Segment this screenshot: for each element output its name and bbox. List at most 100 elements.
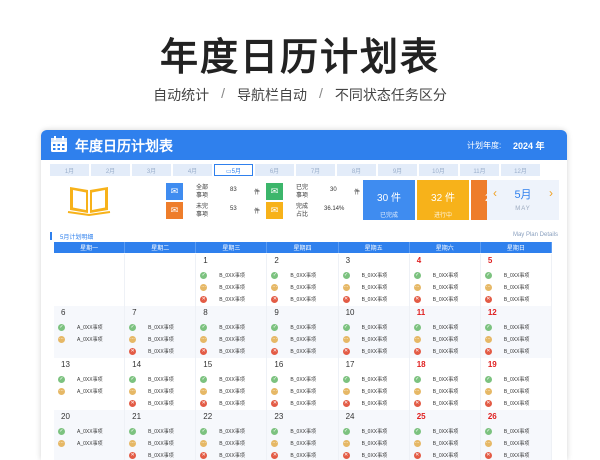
task-item[interactable]: ✓ A_0XX事项	[58, 425, 122, 437]
day-cell[interactable]: 26 ✓ B_0XX事项 ⋯ B_0XX事项 ✕ B_0XX事项	[481, 410, 552, 460]
task-item[interactable]: ✕ B_0XX事项	[413, 345, 478, 357]
task-item[interactable]: ✕ B_0XX事项	[413, 449, 478, 460]
day-cell[interactable]: 6 ✓ A_0XX事项 ⋯ A_0XX事项	[54, 306, 126, 358]
day-cell[interactable]: 4 ✓ B_0XX事项 ⋯ B_0XX事项 ✕ B_0XX事项	[410, 254, 481, 306]
task-item[interactable]: ✕ B_0XX事项	[129, 397, 193, 409]
task-item[interactable]: ✕ B_0XX事项	[342, 449, 407, 460]
day-cell[interactable]: 7 ✓ B_0XX事项 ⋯ B_0XX事项 ✕ B_0XX事项	[125, 306, 197, 358]
tab-month-4[interactable]: 4月	[173, 164, 212, 176]
day-cell[interactable]: 10 ✓ B_0XX事项 ⋯ B_0XX事项 ✕ B_0XX事项	[339, 306, 410, 358]
task-item[interactable]: ⋯ B_0XX事项	[129, 333, 193, 345]
task-item[interactable]: ✓ B_0XX事项	[271, 321, 335, 333]
task-item[interactable]: ✓ B_0XX事项	[342, 373, 407, 385]
day-cell[interactable]: 13 ✓ A_0XX事项 ⋯ A_0XX事项	[54, 358, 126, 410]
task-item[interactable]: ✓ B_0XX事项	[200, 373, 264, 385]
task-item[interactable]: ✓ B_0XX事项	[342, 425, 407, 437]
day-cell[interactable]: 9 ✓ B_0XX事项 ⋯ B_0XX事项 ✕ B_0XX事项	[267, 306, 339, 358]
task-item[interactable]: ⋯ B_0XX事项	[271, 333, 335, 345]
task-item[interactable]: ⋯ B_0XX事项	[271, 437, 335, 449]
task-item[interactable]: ⋯ B_0XX事项	[484, 281, 549, 293]
day-cell[interactable]: 24 ✓ B_0XX事项 ⋯ B_0XX事项 ✕ B_0XX事项	[339, 410, 410, 460]
task-item[interactable]: ✓ B_0XX事项	[413, 269, 478, 281]
task-item[interactable]: ✓ B_0XX事项	[484, 373, 549, 385]
task-item[interactable]: ✕ B_0XX事项	[200, 345, 264, 357]
tab-month-7[interactable]: 7月	[296, 164, 335, 176]
task-item[interactable]: ✓ B_0XX事项	[484, 425, 549, 437]
task-item[interactable]: ⋯ A_0XX事项	[58, 437, 122, 449]
tab-month-9[interactable]: 9月	[378, 164, 417, 176]
task-item[interactable]: ✓ B_0XX事项	[413, 425, 478, 437]
task-item[interactable]: ✕ B_0XX事项	[200, 449, 264, 460]
task-item[interactable]: ✓ B_0XX事项	[342, 269, 407, 281]
task-item[interactable]: ✕ B_0XX事项	[484, 449, 549, 460]
task-item[interactable]: ✕ B_0XX事项	[484, 397, 549, 409]
task-item[interactable]: ⋯ B_0XX事项	[413, 333, 478, 345]
tab-month-2[interactable]: 2月	[91, 164, 130, 176]
task-item[interactable]: ⋯ B_0XX事项	[413, 281, 478, 293]
task-item[interactable]: ✕ B_0XX事项	[271, 345, 335, 357]
task-item[interactable]: ✓ B_0XX事项	[271, 269, 335, 281]
task-item[interactable]: ✕ B_0XX事项	[271, 293, 335, 305]
tab-month-12[interactable]: 12月	[501, 164, 540, 176]
day-cell[interactable]: 16 ✓ B_0XX事项 ⋯ B_0XX事项 ✕ B_0XX事项	[267, 358, 339, 410]
task-item[interactable]: ⋯ B_0XX事项	[200, 385, 264, 397]
task-item[interactable]: ✓ B_0XX事项	[271, 425, 335, 437]
task-item[interactable]: ⋯ B_0XX事项	[413, 437, 478, 449]
task-item[interactable]: ✓ B_0XX事项	[484, 321, 549, 333]
day-cell[interactable]: 8 ✓ B_0XX事项 ⋯ B_0XX事项 ✕ B_0XX事项	[196, 306, 268, 358]
task-item[interactable]: ✓ A_0XX事项	[58, 373, 122, 385]
day-cell[interactable]: 18 ✓ B_0XX事项 ⋯ B_0XX事项 ✕ B_0XX事项	[410, 358, 481, 410]
tab-month-6[interactable]: 6月	[255, 164, 294, 176]
day-cell[interactable]: 20 ✓ A_0XX事项 ⋯ A_0XX事项	[54, 410, 126, 460]
tab-month-8[interactable]: 8月	[337, 164, 376, 176]
task-item[interactable]: ✓ B_0XX事项	[129, 425, 193, 437]
day-cell[interactable]: 19 ✓ B_0XX事项 ⋯ B_0XX事项 ✕ B_0XX事项	[481, 358, 552, 410]
tab-month-1[interactable]: 1月	[50, 164, 89, 176]
task-item[interactable]: ✕ B_0XX事项	[129, 345, 193, 357]
task-item[interactable]: ⋯ B_0XX事项	[200, 281, 264, 293]
task-item[interactable]: ✓ B_0XX事项	[200, 425, 264, 437]
task-item[interactable]: ⋯ B_0XX事项	[129, 385, 193, 397]
task-item[interactable]: ✕ B_0XX事项	[413, 397, 478, 409]
task-item[interactable]: ✓ B_0XX事项	[200, 321, 264, 333]
task-item[interactable]: ⋯ A_0XX事项	[58, 385, 122, 397]
task-item[interactable]: ⋯ B_0XX事项	[200, 437, 264, 449]
task-item[interactable]: ✕ B_0XX事项	[342, 397, 407, 409]
day-cell[interactable]: 15 ✓ B_0XX事项 ⋯ B_0XX事项 ✕ B_0XX事项	[196, 358, 268, 410]
task-item[interactable]: ⋯ B_0XX事项	[342, 281, 407, 293]
task-item[interactable]: ⋯ B_0XX事项	[200, 333, 264, 345]
task-item[interactable]: ✕ B_0XX事项	[200, 293, 264, 305]
tab-month-11[interactable]: 11月	[460, 164, 499, 176]
task-item[interactable]: ⋯ B_0XX事项	[342, 333, 407, 345]
day-cell[interactable]: 22 ✓ B_0XX事项 ⋯ B_0XX事项 ✕ B_0XX事项	[196, 410, 268, 460]
day-cell[interactable]: 11 ✓ B_0XX事项 ⋯ B_0XX事项 ✕ B_0XX事项	[410, 306, 481, 358]
task-item[interactable]: ✕ B_0XX事项	[342, 345, 407, 357]
day-cell[interactable]: 12 ✓ B_0XX事项 ⋯ B_0XX事项 ✕ B_0XX事项	[481, 306, 552, 358]
task-item[interactable]: ✕ B_0XX事项	[413, 293, 478, 305]
task-item[interactable]: ✕ B_0XX事项	[129, 449, 193, 460]
task-item[interactable]: ✕ B_0XX事项	[271, 449, 335, 460]
task-item[interactable]: ⋯ B_0XX事项	[129, 437, 193, 449]
task-item[interactable]: ✓ B_0XX事项	[200, 269, 264, 281]
day-cell[interactable]: 21 ✓ B_0XX事项 ⋯ B_0XX事项 ✕ B_0XX事项	[125, 410, 197, 460]
task-item[interactable]: ✕ B_0XX事项	[484, 345, 549, 357]
task-item[interactable]: ⋯ B_0XX事项	[342, 385, 407, 397]
task-item[interactable]: ✓ B_0XX事项	[484, 269, 549, 281]
task-item[interactable]: ✓ B_0XX事项	[413, 373, 478, 385]
task-item[interactable]: ✓ B_0XX事项	[342, 321, 407, 333]
task-item[interactable]: ✓ A_0XX事项	[58, 321, 122, 333]
task-item[interactable]: ⋯ B_0XX事项	[271, 385, 335, 397]
next-month-icon[interactable]: ›	[549, 186, 553, 200]
task-item[interactable]: ✕ B_0XX事项	[342, 293, 407, 305]
day-cell[interactable]: 23 ✓ B_0XX事项 ⋯ B_0XX事项 ✕ B_0XX事项	[267, 410, 339, 460]
task-item[interactable]: ✕ B_0XX事项	[484, 293, 549, 305]
task-item[interactable]: ⋯ B_0XX事项	[413, 385, 478, 397]
tab-month-10[interactable]: 10月	[419, 164, 458, 176]
day-cell[interactable]: 25 ✓ B_0XX事项 ⋯ B_0XX事项 ✕ B_0XX事项	[410, 410, 481, 460]
day-cell[interactable]: 1 ✓ B_0XX事项 ⋯ B_0XX事项 ✕ B_0XX事项	[196, 254, 268, 306]
task-item[interactable]: ⋯ B_0XX事项	[271, 281, 335, 293]
day-cell[interactable]: 14 ✓ B_0XX事项 ⋯ B_0XX事项 ✕ B_0XX事项	[125, 358, 197, 410]
day-cell[interactable]: 17 ✓ B_0XX事项 ⋯ B_0XX事项 ✕ B_0XX事项	[339, 358, 410, 410]
task-item[interactable]: ✓ B_0XX事项	[413, 321, 478, 333]
year-value[interactable]: 2024 年	[513, 139, 545, 152]
